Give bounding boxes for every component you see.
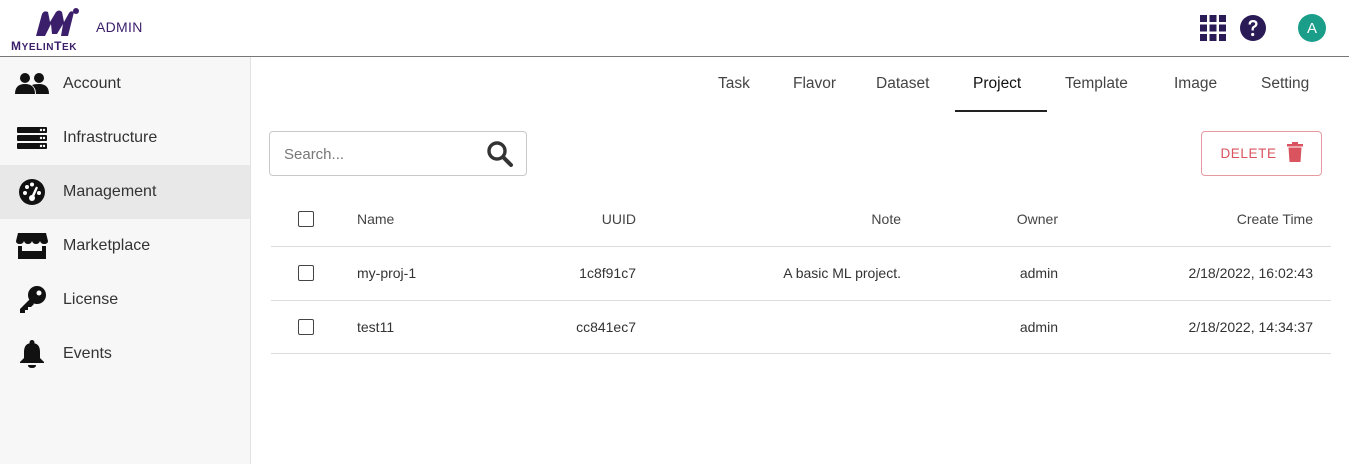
cell-uuid: cc841ec7	[576, 319, 636, 335]
cell-name: test11	[357, 319, 395, 335]
cell-owner: admin	[1019, 265, 1058, 281]
sidebar-item-marketplace[interactable]: Marketplace	[0, 219, 250, 273]
bell-icon	[15, 340, 49, 368]
role-label: ADMIN	[96, 19, 143, 35]
row-checkbox[interactable]	[298, 265, 314, 281]
store-icon	[15, 232, 49, 260]
cell-create-time: 2/18/2022, 16:02:43	[1188, 265, 1313, 281]
column-header-name[interactable]: Name	[357, 211, 394, 227]
cell-owner: admin	[1019, 319, 1058, 335]
user-avatar[interactable]: A	[1298, 14, 1326, 42]
dashboard-gauge-icon	[15, 178, 49, 206]
users-icon	[15, 70, 49, 98]
column-header-create-time[interactable]: Create Time	[1163, 211, 1313, 227]
sidebar-item-label: License	[63, 291, 119, 308]
sidebar-item-events[interactable]: Events	[0, 327, 250, 381]
search-box[interactable]	[269, 131, 527, 176]
column-header-uuid[interactable]: UUID	[536, 211, 636, 227]
active-tab-indicator	[955, 110, 1047, 112]
sidebar-item-label: Account	[63, 75, 121, 92]
logo-mark-icon	[36, 8, 79, 36]
column-header-owner[interactable]: Owner	[958, 211, 1058, 227]
row-divider	[271, 353, 1331, 354]
search-input[interactable]	[284, 143, 474, 165]
tab-dataset[interactable]: Dataset	[876, 75, 929, 93]
myelintek-logo[interactable]: MYELINTEK	[10, 6, 90, 53]
tab-task[interactable]: Task	[718, 75, 750, 93]
column-header-note[interactable]: Note	[751, 211, 901, 227]
row-divider	[271, 300, 1331, 301]
delete-button[interactable]: DELETE	[1201, 131, 1322, 176]
sidebar-item-management[interactable]: Management	[0, 165, 250, 219]
sidebar-item-infrastructure[interactable]: Infrastructure	[0, 111, 250, 165]
tab-setting[interactable]: Setting	[1261, 75, 1309, 93]
row-divider	[271, 246, 1331, 247]
tab-template[interactable]: Template	[1065, 75, 1128, 93]
search-icon[interactable]	[486, 140, 514, 168]
select-all-checkbox[interactable]	[298, 211, 314, 227]
sidebar-item-license[interactable]: License	[0, 273, 250, 327]
sidebar-item-label: Management	[63, 183, 157, 200]
apps-grid-icon[interactable]	[1199, 14, 1227, 42]
cell-name: my-proj-1	[357, 265, 417, 281]
cell-note: A basic ML project.	[783, 265, 901, 281]
tab-flavor[interactable]: Flavor	[793, 75, 836, 93]
tab-image[interactable]: Image	[1174, 75, 1217, 93]
cell-create-time: 2/18/2022, 14:34:37	[1188, 319, 1313, 335]
help-icon[interactable]	[1239, 14, 1267, 42]
top-header: MYELINTEK ADMIN A	[0, 0, 1349, 57]
sidebar-item-label: Marketplace	[63, 237, 151, 254]
delete-button-label: DELETE	[1220, 146, 1277, 161]
brand-wordmark: MYELINTEK	[11, 39, 78, 53]
key-icon	[15, 286, 49, 314]
sidebar-item-label: Infrastructure	[63, 129, 158, 146]
sidebar-item-account[interactable]: Account	[0, 57, 250, 111]
sidebar: Account Infrastructure Management Market…	[0, 57, 251, 464]
row-checkbox[interactable]	[298, 319, 314, 335]
server-icon	[15, 124, 49, 152]
tab-project[interactable]: Project	[973, 75, 1021, 93]
cell-uuid: 1c8f91c7	[579, 265, 636, 281]
sidebar-item-label: Events	[63, 345, 112, 362]
trash-icon	[1286, 142, 1303, 165]
